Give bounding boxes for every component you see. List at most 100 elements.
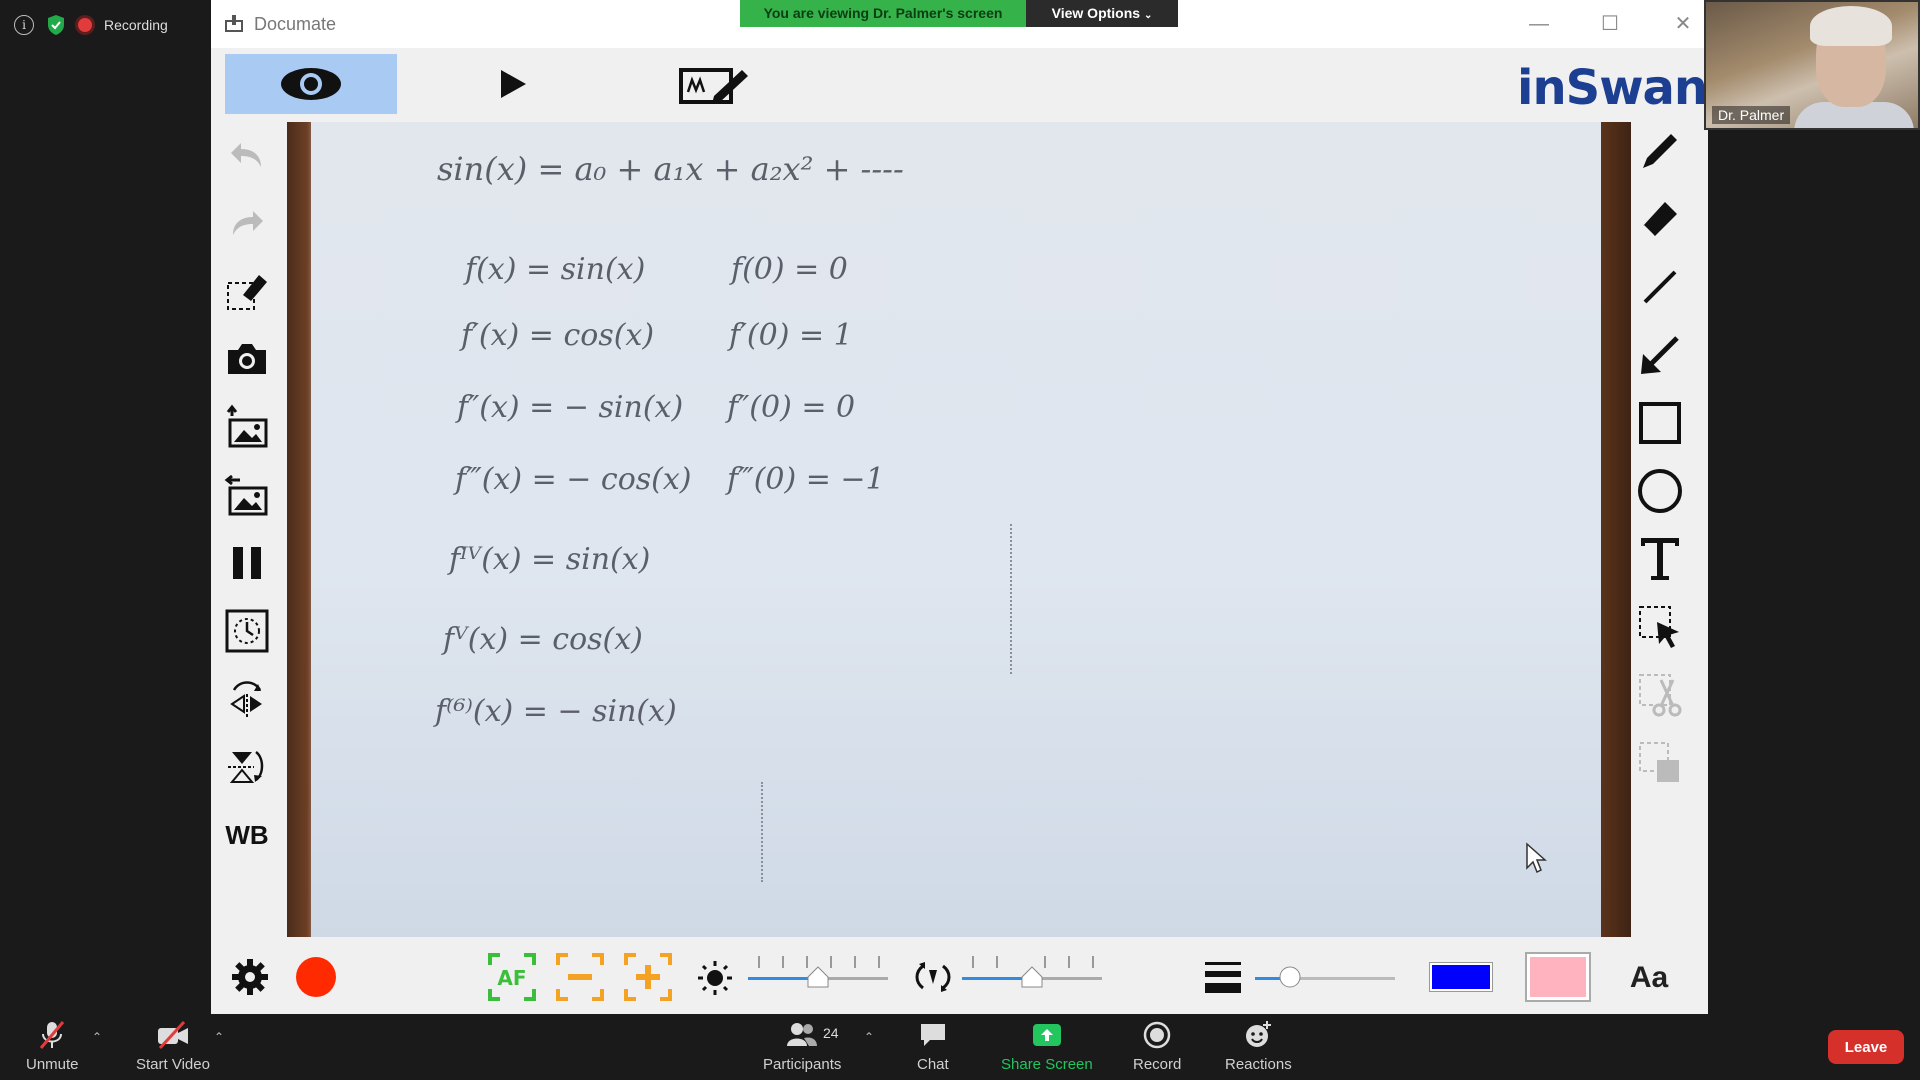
leave-button[interactable]: Leave (1828, 1030, 1904, 1064)
settings-button[interactable] (225, 952, 275, 1002)
redo-icon (233, 211, 263, 235)
undo-icon (231, 143, 261, 167)
circle-icon (1638, 469, 1682, 513)
pen-color-swatch (1432, 965, 1490, 989)
time-lapse-button[interactable] (223, 607, 271, 655)
line-width-button[interactable] (1201, 956, 1245, 1000)
playback-mode-button[interactable] (427, 54, 599, 114)
pause-icon (233, 547, 261, 579)
dotted-continuation-right (1010, 524, 1012, 674)
camera-mode-button[interactable] (225, 54, 397, 114)
participants-count: 24 (823, 1025, 839, 1041)
autofocus-button[interactable]: AF (487, 952, 537, 1002)
unmute-button[interactable]: Unmute (26, 1020, 79, 1073)
close-button[interactable]: ✕ (1668, 10, 1698, 38)
fill-color-swatch (1530, 957, 1586, 997)
focus-minus-button[interactable] (555, 952, 605, 1002)
recording-dot-icon (78, 18, 92, 32)
brightness-slider[interactable] (748, 954, 888, 988)
fill-color-button[interactable] (1525, 952, 1591, 1002)
zoom-meeting-controls: Unmute ⌃ Start Video ⌃ Participants ⌃ Ch… (0, 1014, 1920, 1080)
zoom-top-strip: i Recording (0, 0, 210, 50)
select-tool-button[interactable] (1634, 601, 1686, 653)
font-settings-button[interactable]: Aa (1619, 956, 1679, 1000)
ellipse-tool-button[interactable] (1634, 465, 1686, 517)
start-video-button[interactable]: Start Video (136, 1020, 210, 1073)
start-video-label: Start Video (136, 1056, 210, 1073)
minimize-button[interactable]: — (1524, 10, 1554, 38)
info-icon[interactable]: i (14, 15, 34, 35)
rotation-slider-thumb[interactable] (1021, 966, 1043, 988)
rotate-icon-wrap (911, 956, 955, 996)
eye-icon (281, 68, 341, 100)
undo-button[interactable] (223, 131, 271, 179)
shield-icon[interactable] (46, 14, 66, 36)
reactions-icon (1246, 1021, 1272, 1047)
participant-video-tile[interactable]: Dr. Palmer (1704, 0, 1920, 130)
line-tool-button[interactable] (1634, 261, 1686, 313)
rotate-icon (915, 962, 951, 992)
left-equation-6: fⱽ(x) = cos(x) (443, 622, 643, 657)
export-image-button[interactable] (223, 471, 271, 519)
camera-view[interactable]: sin(x) = a₀ + a₁x + a₂x² + ---- f(x) = s… (287, 122, 1631, 937)
left-equation-4: f‴(x) = − cos(x) (455, 462, 692, 497)
mirror-vertical-button[interactable] (223, 743, 271, 791)
export-image-icon (224, 474, 268, 516)
rectangle-tool-button[interactable] (1634, 397, 1686, 449)
left-equation-5: fᴵⱽ(x) = sin(x) (449, 542, 651, 577)
snapshot-button[interactable] (223, 335, 271, 383)
rectangle-icon (1639, 402, 1681, 444)
eraser-icon (1641, 202, 1677, 238)
eraser-tool-button[interactable] (1634, 193, 1686, 245)
documate-window: Documate — ☐ ✕ inSwan WB sin(x) = a₀ + a… (211, 0, 1708, 1014)
participant-hair (1810, 6, 1892, 46)
whiteboard-button[interactable]: WB (223, 811, 271, 859)
audio-options-caret-icon[interactable]: ⌃ (92, 1030, 102, 1044)
pen-color-button[interactable] (1429, 962, 1493, 992)
video-options-caret-icon[interactable]: ⌃ (214, 1030, 224, 1044)
focus-plus-button[interactable] (623, 952, 673, 1002)
line-width-slider-thumb[interactable] (1279, 966, 1301, 988)
erase-selection-button[interactable] (223, 267, 271, 315)
brightness-icon-wrap (695, 958, 735, 998)
text-tool-button[interactable] (1634, 533, 1686, 585)
timelapse-icon (225, 609, 269, 653)
arrow-tool-button[interactable] (1634, 329, 1686, 381)
brightness-icon (698, 961, 732, 995)
play-icon (501, 70, 526, 98)
erase-selection-icon (227, 275, 267, 310)
mirror-horizontal-button[interactable] (223, 675, 271, 723)
text-icon (1641, 538, 1679, 580)
view-options-button[interactable]: View Options ⌄ (1026, 0, 1178, 27)
viewing-banner-text: You are viewing Dr. Palmer's screen (740, 0, 1026, 27)
gear-icon (232, 959, 268, 995)
view-options-label: View Options (1051, 5, 1141, 21)
brightness-slider-thumb[interactable] (807, 966, 829, 988)
record-circle-icon (296, 957, 336, 997)
record-button[interactable]: Record (1133, 1020, 1181, 1073)
freeze-button[interactable] (223, 539, 271, 587)
chat-label: Chat (917, 1056, 949, 1073)
import-image-button[interactable] (223, 403, 271, 451)
line-width-icon (1205, 962, 1241, 993)
share-screen-button[interactable]: Share Screen (1001, 1020, 1093, 1073)
chat-button[interactable]: Chat (917, 1020, 949, 1073)
reactions-button[interactable]: Reactions (1225, 1020, 1292, 1073)
left-equation-3: f″(x) = − sin(x) (457, 390, 684, 425)
line-icon (1643, 270, 1677, 304)
left-equation-7: f⁽⁶⁾(x) = − sin(x) (435, 694, 677, 729)
annotate-mode-button[interactable] (629, 54, 801, 114)
camera-controls-bar: AF Aa (211, 940, 1708, 1014)
participants-caret-icon[interactable]: ⌃ (864, 1030, 874, 1044)
redo-button[interactable] (223, 199, 271, 247)
pen-tool-button[interactable] (1634, 125, 1686, 177)
svg-text:AF: AF (497, 966, 526, 990)
maximize-button[interactable]: ☐ (1595, 10, 1625, 38)
rotation-slider[interactable] (962, 954, 1102, 988)
record-video-button[interactable] (293, 954, 339, 1000)
share-screen-icon (1032, 1024, 1061, 1046)
chat-icon (920, 1024, 945, 1046)
line-width-slider[interactable] (1255, 954, 1395, 988)
copy-button[interactable] (1634, 737, 1686, 789)
cut-button[interactable] (1634, 669, 1686, 721)
